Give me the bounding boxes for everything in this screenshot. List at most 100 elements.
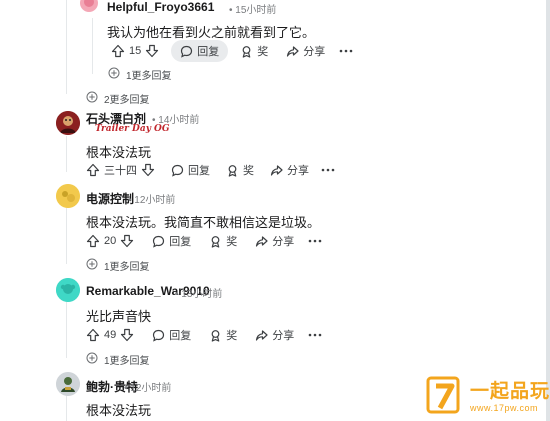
comment-text: 根本没法玩。我简直不敢相信这是垃圾。 [86, 215, 321, 230]
more-options-button[interactable] [333, 40, 359, 62]
more-options-button[interactable] [302, 230, 328, 252]
timestamp: • 12小时前 [128, 195, 176, 206]
share-button[interactable]: 分享 [280, 40, 331, 62]
thread-line [66, 136, 67, 172]
vote-group: 三十四 [80, 159, 161, 181]
share-label: 分享 [272, 330, 295, 342]
reply-button[interactable]: 回复 [146, 230, 197, 252]
comment-actions: 15 回复 奖 分享 [105, 40, 359, 62]
downvote-icon[interactable] [145, 44, 159, 58]
award-button[interactable]: 奖 [203, 324, 243, 346]
more-replies-link[interactable]: 1更多回复 [108, 67, 172, 82]
expand-icon [86, 352, 98, 367]
more-icon [308, 239, 322, 243]
comment-actions: 20 回复 奖 分享 [80, 230, 328, 252]
avatar[interactable] [56, 278, 80, 302]
more-replies-link[interactable]: 1更多回复 [86, 352, 150, 367]
downvote-icon[interactable] [141, 163, 155, 177]
avatar[interactable] [56, 111, 80, 135]
comment-actions: 49 回复 奖 分享 [80, 324, 328, 346]
vote-group: 49 [80, 324, 140, 346]
share-icon [286, 45, 299, 58]
award-button[interactable]: 奖 [234, 40, 274, 62]
more-replies-link[interactable]: 2更多回复 [86, 91, 150, 106]
timestamp-text: 12小时前 [134, 195, 176, 206]
timestamp-text: 13小时前 [181, 289, 223, 300]
thread-line [66, 394, 67, 421]
thread-line [66, 0, 67, 94]
award-label: 奖 [226, 330, 238, 342]
award-icon [209, 329, 222, 342]
share-button[interactable]: 分享 [264, 159, 315, 181]
comment-text: 光比声音快 [86, 309, 152, 324]
reply-button[interactable]: 回复 [146, 324, 197, 346]
more-icon [321, 168, 335, 172]
site-watermark: 一起品玩 www.17pw.com [420, 374, 550, 420]
vote-group: 20 [80, 230, 140, 252]
upvote-icon[interactable] [86, 234, 100, 248]
expand-icon [108, 67, 120, 82]
award-button[interactable]: 奖 [203, 230, 243, 252]
comment-text: 我认为他在看到火之前就看到了它。 [107, 25, 316, 40]
more-replies-label: 1更多回复 [104, 356, 150, 367]
reply-button[interactable]: 回复 [171, 40, 229, 62]
award-icon [240, 45, 253, 58]
avatar[interactable] [56, 372, 80, 396]
reply-label: 回复 [197, 46, 220, 58]
watermark-brand: 一起品玩 [470, 380, 550, 402]
share-icon [255, 235, 268, 248]
award-label: 奖 [257, 46, 269, 58]
share-label: 分享 [303, 46, 326, 58]
watermark-logo [426, 376, 464, 416]
share-icon [270, 164, 283, 177]
share-label: 分享 [272, 236, 295, 248]
more-options-button[interactable] [302, 324, 328, 346]
award-button[interactable]: 奖 [220, 159, 260, 181]
more-replies-label: 1更多回复 [104, 262, 150, 273]
timestamp: • 13小时前 [175, 289, 223, 300]
timestamp: • 15小时前 [229, 5, 277, 16]
reply-icon [152, 329, 165, 342]
avatar[interactable] [80, 0, 98, 12]
award-label: 奖 [226, 236, 238, 248]
vote-count: 15 [129, 45, 142, 57]
timestamp: • 12小时前 [124, 383, 172, 394]
reply-label: 回复 [169, 236, 192, 248]
reply-icon [171, 164, 184, 177]
share-button[interactable]: 分享 [249, 230, 300, 252]
reply-button[interactable]: 回复 [165, 159, 216, 181]
timestamp-text: 12小时前 [130, 383, 172, 394]
timestamp-text: 15小时前 [235, 5, 277, 16]
reply-label: 回复 [169, 330, 192, 342]
downvote-icon[interactable] [120, 234, 134, 248]
more-icon [339, 49, 353, 53]
upvote-icon[interactable] [86, 163, 100, 177]
watermark-url: www.17pw.com [470, 403, 539, 413]
comment-text: 根本没法玩 [86, 403, 152, 418]
award-icon [209, 235, 222, 248]
vote-count: 三十四 [104, 165, 137, 177]
thread-line [92, 18, 93, 74]
more-options-button[interactable] [315, 159, 341, 181]
username[interactable]: 电源控制 [86, 190, 134, 207]
username[interactable]: Helpful_Froyo3661 [107, 0, 214, 14]
vote-group: 15 [105, 40, 165, 62]
share-icon [255, 329, 268, 342]
thread-line [66, 208, 67, 264]
upvote-icon[interactable] [111, 44, 125, 58]
vote-count: 20 [104, 235, 117, 247]
more-replies-link[interactable]: 1更多回复 [86, 258, 150, 273]
expand-icon [86, 91, 98, 106]
scrollbar-track[interactable] [546, 0, 550, 421]
more-icon [308, 333, 322, 337]
avatar[interactable] [56, 184, 80, 208]
award-label: 奖 [243, 165, 254, 177]
reply-icon [152, 235, 165, 248]
downvote-icon[interactable] [120, 328, 134, 342]
share-button[interactable]: 分享 [249, 324, 300, 346]
share-label: 分享 [287, 165, 309, 177]
reply-icon [180, 45, 193, 58]
upvote-icon[interactable] [86, 328, 100, 342]
vote-count: 49 [104, 329, 117, 341]
comment-actions: 三十四 回复 奖 分享 [80, 159, 341, 181]
